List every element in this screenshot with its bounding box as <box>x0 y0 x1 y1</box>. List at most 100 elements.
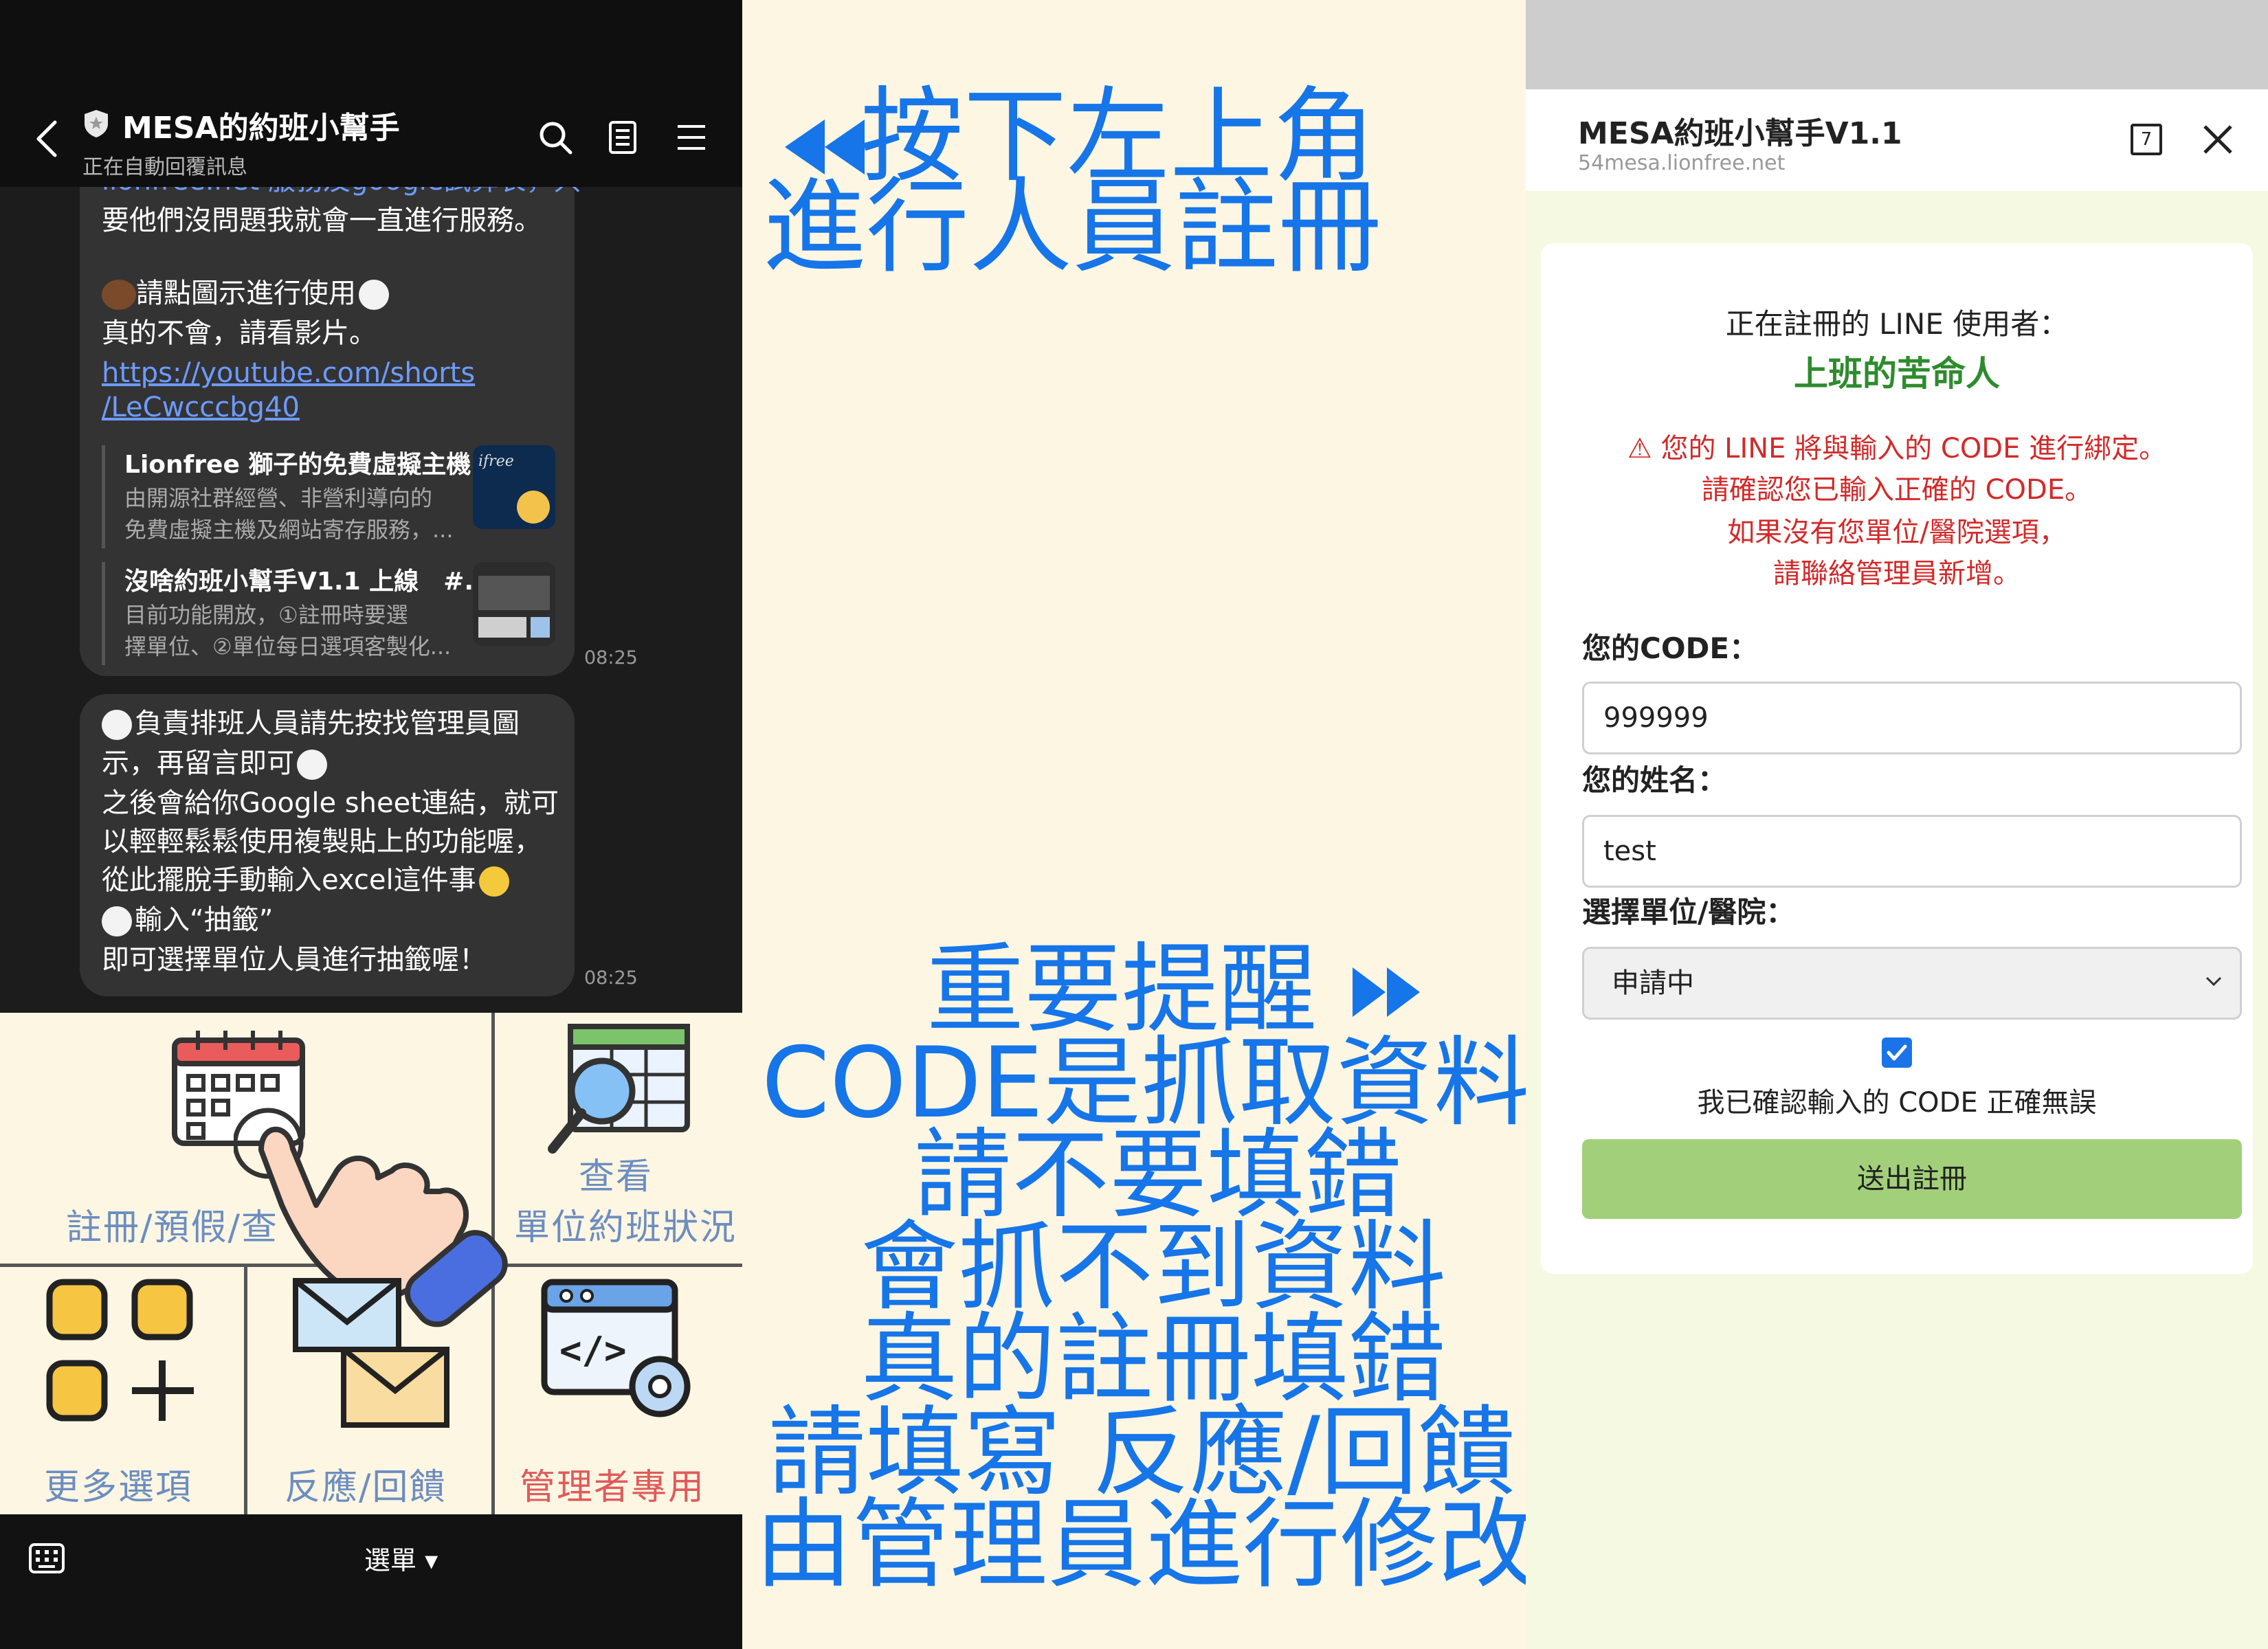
svg-text:</>: </> <box>559 1329 627 1372</box>
registration-webview: MESA約班小幫手V1.1 54mesa.lionfree.net 7 正在註冊… <box>1526 0 2268 1649</box>
chat-bottom-bar: 選單 ▾ <box>0 1514 742 1649</box>
message-line: 示，再留言即可 <box>102 743 569 783</box>
spreadsheet-search-icon <box>548 1024 690 1154</box>
notes-icon[interactable] <box>602 117 643 158</box>
message-line: 即可選擇單位人員進行抽籤喔！ <box>102 944 487 976</box>
preview-title: 沒啥約班小幫手V1.1 上線 #... <box>124 568 493 596</box>
warning-line: 請確認您已輸入正確的 CODE。 <box>1701 474 2093 506</box>
registration-form-card: 正在註冊的 LINE 使用者： 上班的苦命人 ⚠ 您的 LINE 將與輸入的 C… <box>1541 243 2253 1274</box>
more-options-grid-icon <box>46 1279 194 1422</box>
instruction-line: 請不要填錯 <box>914 1119 1402 1232</box>
line-chat-screen: MESA的約班小幫手 正在自動回覆訊息 lionfree.net 服務及goog… <box>0 0 742 1649</box>
svg-text:ifree: ifree <box>478 453 514 470</box>
menu-icon[interactable] <box>671 117 712 158</box>
richmenu-view-status-label-1: 查看 <box>579 1156 654 1198</box>
preview-thumbnail-image <box>473 562 555 646</box>
instruction-line: 會抓不到資料 <box>860 1211 1446 1324</box>
checkmark-icon <box>1887 1044 1907 1061</box>
message-line: 輸入“抽籤” <box>102 900 569 940</box>
youtube-link-cont[interactable]: /LeCwcccbg40 <box>102 388 569 427</box>
preview-title: Lionfree 獅子的免費虛擬主機 <box>124 451 471 479</box>
message-text: 請點圖示進行使用 <box>136 278 356 309</box>
back-arrow-icon[interactable] <box>33 118 60 159</box>
instruction-heading-2: 進行人員註冊 <box>763 168 1382 287</box>
preview-desc-line: 目前功能開放，①註冊時要選 <box>124 602 408 628</box>
preview-desc-line: 擇單位、②單位每日選項客製化... <box>124 633 452 660</box>
richmenu-view-status-label-2: 單位約班狀況 <box>514 1207 737 1248</box>
confirm-checkbox[interactable] <box>1882 1037 1912 1068</box>
rich-menu: </> 註冊/預假/查 查看 單位約班狀況 更多選項 反應/回饋 管理者專用 <box>0 1013 742 1514</box>
chat-bubble-intro: lionfree.net 服務及google試算表，只 要他們沒問題我就會一直進… <box>80 137 581 676</box>
tabs-count-button[interactable]: 7 <box>2131 124 2162 155</box>
message-time: 08:25 <box>584 647 638 669</box>
important-reminder: 重要提醒 <box>926 933 1317 1046</box>
preview-desc-line: 由開源社群經營、非營利導向的 <box>124 485 433 511</box>
link-preview-lionfree[interactable]: Lionfree 獅子的免費虛擬主機 由開源社群經營、非營利導向的 免費虛擬主機… <box>102 445 555 548</box>
message-line: 之後會給你Google sheet連結，就可 <box>102 787 559 819</box>
message-line: 請點圖示進行使用 <box>102 273 569 313</box>
unit-label: 選擇單位/醫院： <box>1582 895 1795 929</box>
richmenu-register-label: 註冊/預假/查 <box>66 1207 279 1248</box>
preview-thumbnail-image: ifree <box>473 445 555 529</box>
line-user-name: 上班的苦命人 <box>1794 354 2000 394</box>
admin-code-settings-icon: </> <box>541 1279 691 1417</box>
name-label: 您的姓名： <box>1582 763 1727 797</box>
message-line: 真的不會，請看影片。 <box>102 317 377 349</box>
search-icon[interactable] <box>535 117 576 158</box>
fast-forward-arrows-icon <box>1353 967 1420 1017</box>
warning-line: 如果沒有您單位/醫院選項， <box>1727 517 2067 548</box>
bunny-emoji-icon <box>359 280 389 310</box>
message-line: 負責排班人員請先按找管理員圖 <box>102 704 569 743</box>
message-text: 從此擺脫手動輸入excel這件事 <box>102 864 476 896</box>
chat-status: 正在自動回覆訊息 <box>82 155 247 179</box>
message-line: 要他們沒問題我就會一直進行服務。 <box>102 205 542 236</box>
webview-header: MESA約班小幫手V1.1 54mesa.lionfree.net 7 <box>1526 89 2268 191</box>
bunny-emoji-icon <box>297 750 327 780</box>
richmenu-feedback-label: 反應/回饋 <box>285 1467 447 1508</box>
code-input[interactable]: 999999 <box>1582 682 2242 754</box>
link-preview-v11[interactable]: 沒啥約班小幫手V1.1 上線 #... 目前功能開放，①註冊時要選 擇單位、②單… <box>102 562 555 665</box>
message-text: 輸入“抽籤” <box>135 904 274 936</box>
preview-desc: 由開源社群經營、非營利導向的 免費虛擬主機及網站寄存服務，... <box>124 482 454 546</box>
instruction-line: CODE是抓取資料 <box>761 1027 1531 1140</box>
chat-title: MESA的約班小幫手 <box>122 111 400 146</box>
webview-title: MESA約班小幫手V1.1 <box>1578 116 1902 151</box>
message-line: 從此擺脫手動輸入excel這件事 <box>102 860 569 900</box>
richmenu-more-label: 更多選項 <box>44 1467 193 1508</box>
confirm-label: 我已確認輸入的 CODE 正確無誤 <box>1697 1087 2097 1119</box>
message-text: 負責排班人員請先按找管理員圖 <box>135 708 520 739</box>
chat-bubble-admin-info: 負責排班人員請先按找管理員圖 示，再留言即可 之後會給你Google sheet… <box>80 694 575 996</box>
close-icon[interactable] <box>2201 122 2235 157</box>
richmenu-toggle[interactable]: 選單 ▾ <box>364 1539 438 1577</box>
webview-url: 54mesa.lionfree.net <box>1578 151 1786 175</box>
richmenu-admin-label: 管理者專用 <box>520 1467 706 1508</box>
bunny-emoji-icon <box>102 710 132 740</box>
preview-desc-line: 免費虛擬主機及網站寄存服務，... <box>124 517 454 543</box>
message-line: 以輕輕鬆鬆使用複製貼上的功能喔， <box>102 826 542 857</box>
warning-line: ⚠ 您的 LINE 將與輸入的 CODE 進行綁定。 <box>1541 426 2253 466</box>
instruction-line: 請填寫 反應/回饋 <box>768 1396 1515 1510</box>
official-account-shield-icon <box>85 110 108 137</box>
name-input[interactable]: test <box>1582 815 2242 888</box>
instruction-line: 由管理員進行修改 <box>755 1488 1535 1602</box>
bear-emoji-icon <box>102 906 132 936</box>
code-label: 您的CODE： <box>1582 631 1759 665</box>
preview-desc: 目前功能開放，①註冊時要選 擇單位、②單位每日選項客製化... <box>124 599 454 662</box>
submit-registration-button[interactable]: 送出註冊 <box>1582 1139 2242 1219</box>
message-text: 示，再留言即可 <box>102 748 294 779</box>
chick-emoji-icon <box>478 866 509 897</box>
warning-text: 您的 LINE 將與輸入的 CODE 進行綁定。 <box>1660 433 2167 464</box>
warning-line: 請聯絡管理員新增。 <box>1773 558 2021 590</box>
registering-user-label: 正在註冊的 LINE 使用者： <box>1725 307 2069 341</box>
unit-select[interactable]: 申請中 <box>1582 947 2242 1020</box>
unit-select-value: 申請中 <box>1612 967 1694 999</box>
envelopes-icon <box>293 1278 449 1428</box>
bear-emoji-icon <box>102 280 136 310</box>
message-time: 08:25 <box>584 967 638 989</box>
chevron-down-icon <box>2205 976 2222 987</box>
chat-header: MESA的約班小幫手 正在自動回覆訊息 <box>0 0 742 187</box>
keyboard-icon[interactable] <box>27 1539 66 1578</box>
status-bar-area <box>1526 0 2268 89</box>
instruction-line: 真的註冊填錯 <box>860 1303 1446 1416</box>
warning-icon: ⚠ <box>1627 433 1652 464</box>
